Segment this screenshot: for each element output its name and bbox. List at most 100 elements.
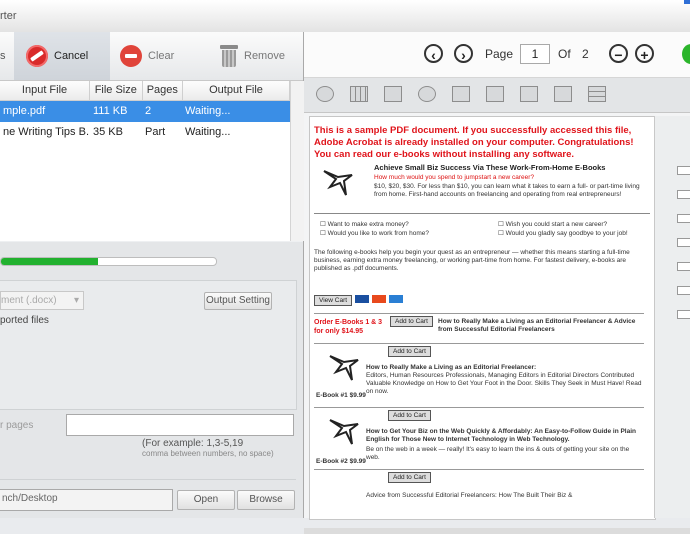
output-path-value: nch/Desktop [2,493,58,504]
table-row[interactable]: mple.pdf 111 KB 2 Waiting... [0,101,290,122]
page-range-hint: comma between numbers, no space) [142,449,274,458]
add-to-cart-button[interactable]: Add to Cart [388,410,431,421]
clear-label: Clear [148,50,175,62]
output-setting-button[interactable]: Output Setting [204,292,272,310]
image-icon[interactable] [384,86,402,102]
output-path-field[interactable]: nch/Desktop [0,489,173,511]
file-table: Input File File Size Pages Output File m… [0,81,290,241]
col-file-size[interactable]: File Size [90,81,143,100]
figure-illustration-icon [320,167,356,199]
pages-cell: 2 [145,105,152,117]
thumbnails-icon[interactable] [588,86,606,102]
page-label: Page [485,47,514,61]
rotate-icon[interactable] [418,86,436,102]
file-size-cell: 111 KB [93,105,128,117]
add-to-cart-button[interactable]: Add to Cart [388,472,431,483]
fit-width-icon[interactable] [520,86,538,102]
bullet-item: ☐ Want to make extra money? [320,221,409,228]
toolbar-cut-button[interactable]: s [0,32,12,80]
page-range-label: r pages [0,420,34,431]
remove-button[interactable]: Remove [220,32,300,80]
output-file-cell: Waiting... [185,105,231,117]
thumbnail-item[interactable] [677,190,690,199]
divider [0,479,296,480]
ebook-2: Add to Cart E-Book #2 $9.99 How to Get Y… [314,407,644,468]
conversion-progress [0,257,217,266]
cancel-label: Cancel [54,50,89,62]
visa-icon [355,295,370,304]
page-number-input[interactable]: 1 [520,44,550,64]
trash-icon [220,45,238,67]
thumbnail-item[interactable] [677,262,690,271]
promo-title: Achieve Small Biz Success Via These Work… [374,163,606,172]
view-cart-button[interactable]: View Cart [314,295,353,306]
book-figure-icon [326,352,362,384]
col-input-file[interactable]: Input File [0,81,91,100]
bottom-scrollbar[interactable] [304,528,690,534]
book-figure-icon [326,416,362,448]
separator [314,213,650,214]
green-status-icon[interactable] [682,44,690,64]
ebook-title: How to Really Make a Living as an Editor… [438,318,636,333]
ebook-1: Add to Cart E-Book #1 $9.99 How to Reall… [314,343,644,404]
of-label: Of [558,47,571,61]
open-button[interactable]: Open [177,490,235,510]
ebook-price: E-Book #1 $9.99 [316,392,366,399]
bullet-item: ☐ Would you gladly say goodbye to your j… [498,230,628,237]
order-offer: Order E-Books 1 & 3 for only $14.95 [314,319,383,335]
view-mode-bar [304,78,690,113]
col-output-file[interactable]: Output File [183,81,290,100]
next-page-button[interactable]: › [454,44,473,63]
pdf-intro-notice: This is a sample PDF document. If you su… [314,125,634,160]
zoom-out-button[interactable]: − [609,44,628,63]
ebook-description: Advice from Successful Editorial Freelan… [366,492,573,499]
grid-icon[interactable] [350,86,368,102]
window-title: rter [0,10,17,22]
page-range-example: (For example: 1,3-5,19 [142,438,244,449]
thumbnail-item[interactable] [677,286,690,295]
page-thumbnail-strip[interactable] [654,116,690,518]
add-to-cart-button[interactable]: Add to Cart [388,346,431,357]
arrow-right-icon: › [461,47,466,63]
thumbnail-item[interactable] [677,310,690,319]
prev-page-button[interactable]: ‹ [424,44,443,63]
converter-panel: s Cancel Clear Remove Input File File Si… [0,32,304,518]
bullet-item: ☐ Would you like to work from home? [320,230,430,237]
amex-icon [389,295,404,304]
pdf-intro-paragraph: The following e-books help you begin you… [314,249,630,272]
file-size-cell: 35 KB [93,126,123,138]
thumbnail-item[interactable] [677,214,690,223]
two-page-icon[interactable] [486,86,504,102]
input-file-cell: mple.pdf [3,105,46,117]
page-range-input[interactable] [66,414,294,436]
pdf-page: This is a sample PDF document. If you su… [309,116,656,520]
progress-fill [1,258,98,265]
output-file-cell: Waiting... [185,126,231,138]
thumbnail-item[interactable] [677,238,690,247]
promo-text: $10, $20, $30. For less than $10, you ca… [374,183,640,198]
format-value: ment (.docx) [1,295,57,306]
mastercard-icon [372,295,387,304]
fit-icon[interactable] [316,86,334,102]
main-toolbar: s Cancel Clear Remove [0,32,303,81]
zoom-in-button[interactable]: + [635,44,654,63]
remove-label: Remove [244,50,285,62]
browse-button[interactable]: Browse [237,490,295,510]
page-navigation-bar: ‹ › Page 1 Of 2 − + [304,32,690,78]
add-to-cart-button[interactable]: Add to Cart [390,316,433,327]
input-file-cell: ne Writing Tips B... [3,126,90,138]
thumbnail-item[interactable] [677,166,690,175]
col-pages[interactable]: Pages [143,81,184,100]
pdf-preview-pane: ‹ › Page 1 Of 2 − + This is a sample PDF… [304,32,690,534]
table-scrollbar[interactable] [290,81,304,241]
total-pages: 2 [582,47,589,61]
table-row[interactable]: ne Writing Tips B... 35 KB Part Waiting.… [0,122,290,143]
single-page-icon[interactable] [452,86,470,102]
format-select[interactable]: ment (.docx) ▾ [0,291,84,310]
minus-icon: − [614,47,623,63]
clear-button[interactable]: Clear [120,32,200,80]
output-options-panel: ment (.docx) ▾ Output Setting ported fil… [0,280,297,410]
cancel-button[interactable]: Cancel [14,32,110,80]
fit-height-icon[interactable] [554,86,572,102]
title-accent [684,0,690,4]
